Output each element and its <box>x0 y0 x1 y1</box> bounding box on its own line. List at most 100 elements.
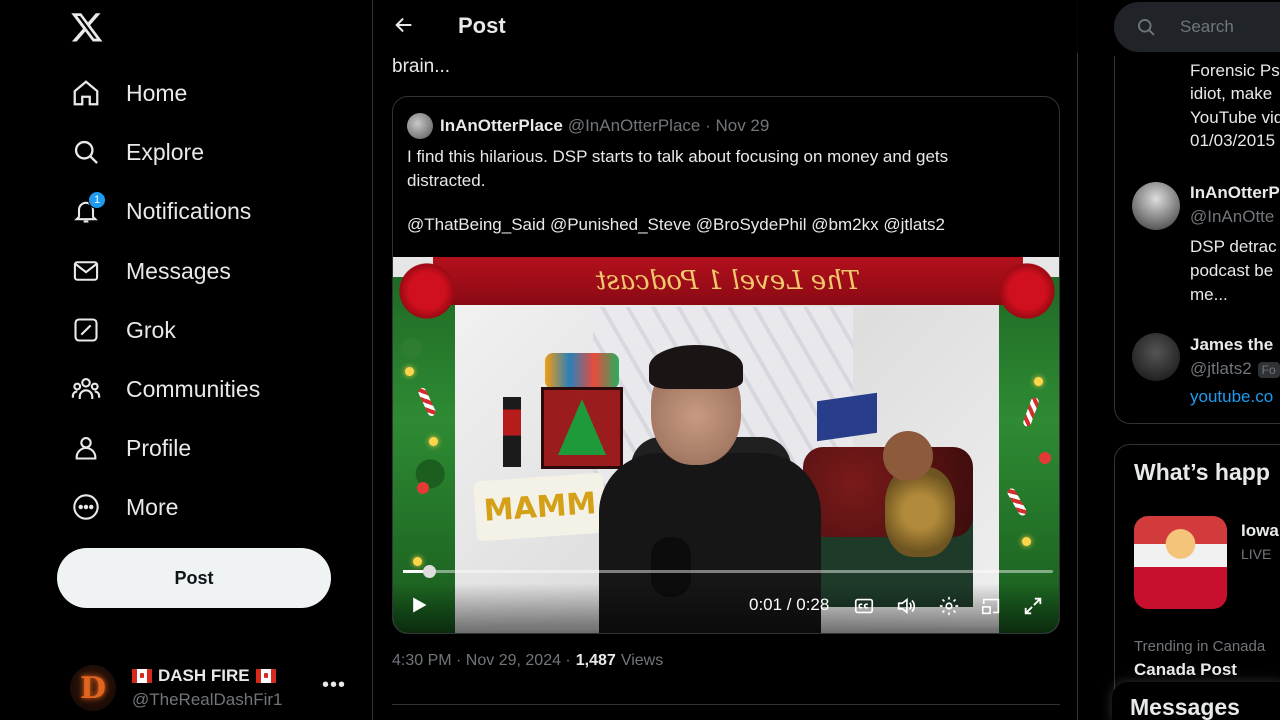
nav-messages-label: Messages <box>126 257 231 284</box>
video-ornament-ball <box>417 482 429 494</box>
video-nutcracker <box>503 397 521 467</box>
avatar: D <box>70 665 116 711</box>
person-icon <box>70 432 102 464</box>
nav-grok[interactable]: Grok <box>70 308 176 352</box>
more-dots-icon[interactable]: ••• <box>322 674 346 697</box>
video-light <box>1022 537 1031 546</box>
video-sign: MAMM <box>473 472 607 542</box>
search-icon <box>1136 17 1156 37</box>
play-icon[interactable] <box>409 595 431 617</box>
nav-communities-label: Communities <box>126 375 261 402</box>
trend-context: Trending in Canada <box>1134 638 1266 655</box>
nav-home-label: Home <box>126 79 188 106</box>
quoted-post-header: InAnOtterPlace @InAnOtterPlace · Nov 29 <box>407 113 769 139</box>
account-info: DASH FIRE @TheRealDashFir1 <box>132 666 282 710</box>
account-switcher[interactable]: D DASH FIRE @TheRealDashFir1 ••• <box>70 658 360 718</box>
related-user-bio: podcast be <box>1190 261 1274 280</box>
nav-messages[interactable]: Messages <box>70 249 231 293</box>
post-meta: 4:30 PM · Nov 29, 2024 · 1,487 Views <box>392 652 663 670</box>
envelope-icon <box>70 255 102 287</box>
video-progress-bar[interactable] <box>403 570 1053 573</box>
quoted-author-handle[interactable]: @InAnOtterPlace · Nov 29 <box>568 116 770 136</box>
video-person-hair <box>649 345 743 389</box>
avatar[interactable] <box>1132 333 1180 381</box>
account-name-text: DASH FIRE <box>158 666 250 685</box>
messages-drawer[interactable]: Messages <box>1112 682 1280 720</box>
related-text-line: 01/03/2015 <box>1190 131 1276 150</box>
related-user-bio: DSP detrac <box>1190 237 1277 256</box>
related-user-handle[interactable]: @jtlats2 <box>1190 359 1252 378</box>
nav-more[interactable]: More <box>70 485 178 529</box>
search-input[interactable]: Search <box>1114 2 1280 52</box>
nav-profile[interactable]: Profile <box>70 426 191 470</box>
post-timestamp[interactable]: 4:30 PM · Nov 29, 2024 · <box>392 652 571 670</box>
tweet-text: brain... <box>392 56 451 77</box>
nav-grok-label: Grok <box>126 316 176 343</box>
post-action-bar <box>392 704 1060 720</box>
more-circle-icon <box>70 491 102 523</box>
notification-badge: 1 <box>88 191 106 209</box>
canada-flag-icon <box>132 669 152 683</box>
nav-profile-label: Profile <box>126 434 192 461</box>
avatar[interactable] <box>1132 182 1180 230</box>
nav-notifications[interactable]: 1 Notifications <box>70 189 251 233</box>
related-user-link[interactable]: youtube.co <box>1190 387 1273 407</box>
nav-communities[interactable]: Communities <box>70 367 260 411</box>
related-user-name[interactable]: InAnOtterP <box>1190 183 1280 203</box>
nav-explore-label: Explore <box>126 138 204 165</box>
right-sidebar: Search Forensic Ps idiot, make YouTube v… <box>1078 0 1280 720</box>
picture-in-picture-icon[interactable] <box>980 595 1002 617</box>
video-scrubber-handle[interactable] <box>423 565 436 578</box>
quoted-post-text: I find this hilarious. DSP starts to tal… <box>407 147 949 190</box>
view-count: 1,487 <box>575 652 616 669</box>
video-player[interactable]: MAMM The Level 1 Podcast 0:01 / 0:28 <box>393 257 1059 633</box>
video-garland-right <box>999 277 1059 633</box>
video-teddy-bear <box>883 431 933 481</box>
x-logo-icon[interactable] <box>70 10 106 46</box>
captions-icon[interactable] <box>853 595 875 617</box>
account-name: DASH FIRE <box>132 666 282 686</box>
related-user-handle-row: @jtlats2 Fo <box>1190 359 1280 379</box>
back-arrow-icon[interactable] <box>393 14 417 38</box>
video-pixel-tree <box>558 399 606 455</box>
video-banner: The Level 1 Podcast <box>433 257 1023 305</box>
nav-home[interactable]: Home <box>70 71 187 115</box>
related-user-name[interactable]: James the <box>1190 335 1273 355</box>
post-header: Post <box>373 0 1078 53</box>
search-placeholder: Search <box>1180 17 1234 36</box>
trend-item-title[interactable]: Iowa <box>1241 521 1279 541</box>
video-bow-right <box>995 259 1059 323</box>
search-icon <box>70 136 102 168</box>
grok-icon <box>70 314 102 346</box>
volume-icon[interactable] <box>895 595 917 617</box>
trend-live-label: LIVE <box>1241 546 1272 562</box>
people-icon <box>70 373 102 405</box>
related-user-handle[interactable]: @InAnOtte <box>1190 207 1274 227</box>
post-button[interactable]: Post <box>57 548 331 608</box>
related-text-line: YouTube vid <box>1190 108 1280 127</box>
trend-image[interactable] <box>1134 516 1227 609</box>
trend-name[interactable]: Canada Post <box>1134 660 1237 680</box>
nav-explore[interactable]: Explore <box>70 130 204 174</box>
quoted-post[interactable]: InAnOtterPlace @InAnOtterPlace · Nov 29 … <box>392 96 1060 634</box>
quoted-author-name[interactable]: InAnOtterPlace <box>440 116 563 136</box>
video-light <box>429 437 438 446</box>
video-light <box>1034 377 1043 386</box>
quoted-post-mentions[interactable]: @ThatBeing_Said @Punished_Steve @BroSyde… <box>407 215 945 235</box>
canada-flag-icon <box>255 669 276 683</box>
avatar[interactable] <box>407 113 433 139</box>
fullscreen-icon[interactable] <box>1022 595 1044 617</box>
video-tinsel <box>885 467 955 557</box>
settings-gear-icon[interactable] <box>938 595 960 617</box>
video-gift-box <box>817 392 877 442</box>
bell-icon: 1 <box>70 191 106 227</box>
video-ornaments <box>545 353 619 389</box>
related-user-bio: me... <box>1190 285 1228 304</box>
video-bow-left <box>395 259 459 323</box>
follows-you-badge: Fo <box>1257 362 1280 378</box>
video-ornament-ball <box>1039 452 1051 464</box>
page-title: Post <box>458 13 506 38</box>
video-time: 0:01 / 0:28 <box>749 595 830 614</box>
nav-notifications-label: Notifications <box>126 197 252 224</box>
trends-heading: What’s happ <box>1134 459 1270 485</box>
